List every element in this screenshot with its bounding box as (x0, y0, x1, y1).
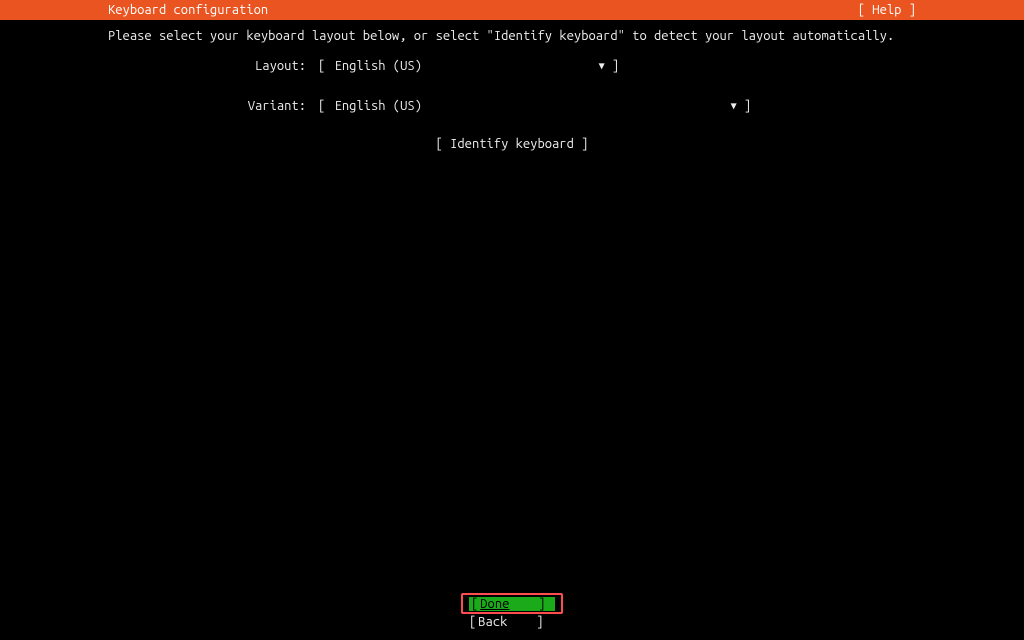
bracket-close: ] (737, 97, 752, 115)
instruction-text: Please select your keyboard layout below… (108, 26, 916, 47)
variant-label: Variant: (108, 97, 306, 115)
variant-value: English (US) (333, 97, 731, 115)
help-button[interactable]: [ Help ] (858, 3, 916, 17)
identify-keyboard-button[interactable]: [ Identify keyboard ] (436, 137, 589, 151)
footer-buttons: [Done] [Back] (0, 593, 1024, 629)
layout-label: Layout: (108, 57, 306, 75)
layout-value: English (US) (333, 57, 599, 75)
bracket-close: ] (605, 57, 620, 75)
main-content: Please select your keyboard layout below… (0, 20, 1024, 151)
bracket-open: [ (318, 97, 333, 115)
header-bar: Keyboard configuration [ Help ] (0, 0, 1024, 20)
back-button[interactable]: [Back] (469, 615, 555, 629)
done-button[interactable]: [Done] (469, 597, 555, 611)
page-title: Keyboard configuration (108, 3, 268, 17)
variant-select[interactable]: [ English (US) ▼ ] (318, 97, 751, 115)
layout-row: Layout: [ English (US) ▼ ] (108, 57, 916, 75)
variant-row: Variant: [ English (US) ▼ ] (108, 97, 916, 115)
bracket-open: [ (318, 57, 333, 75)
identify-row: [ Identify keyboard ] (108, 137, 916, 151)
done-highlight: [Done] (461, 593, 563, 614)
layout-select[interactable]: [ English (US) ▼ ] (318, 57, 619, 75)
